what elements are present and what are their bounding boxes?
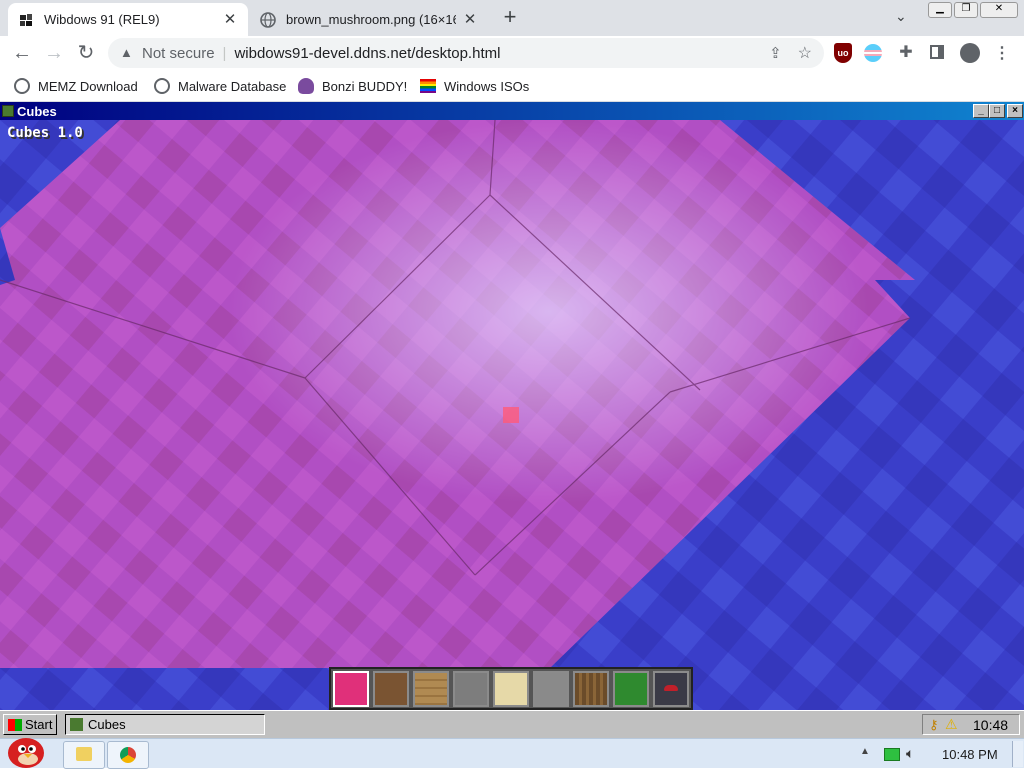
taskbar-clock: 10:48 PM bbox=[942, 747, 998, 762]
tab-strip: Wibdows 91 (REL9) ✕ brown_mushroom.png (… bbox=[0, 0, 1024, 36]
grass-block-icon bbox=[2, 105, 14, 117]
warning-icon[interactable]: ⚠ bbox=[945, 716, 958, 733]
bookmark-windows-isos[interactable]: Windows ISOs bbox=[420, 76, 529, 96]
hotbar-slot-oak-planks[interactable] bbox=[413, 671, 449, 707]
game-title-label: Cubes 1.0 bbox=[7, 125, 83, 141]
wibdows-favicon-icon bbox=[20, 13, 32, 26]
windows-logo-icon bbox=[8, 718, 22, 731]
hotbar-slot-dirt[interactable] bbox=[373, 671, 409, 707]
profile-avatar-icon[interactable] bbox=[960, 43, 980, 63]
close-tab-icon[interactable]: ✕ bbox=[222, 11, 238, 28]
globe-icon bbox=[154, 78, 170, 94]
mushroom-icon bbox=[664, 685, 678, 691]
grass-block-icon bbox=[70, 718, 83, 731]
game-scene-canvas bbox=[0, 120, 1024, 710]
new-tab-button[interactable]: + bbox=[498, 6, 522, 30]
show-hidden-icons-icon[interactable]: ▲ bbox=[860, 746, 870, 757]
tab-search-chevron-icon[interactable]: ⌄ bbox=[895, 8, 915, 28]
tray-clock: 10:48 bbox=[973, 717, 1009, 733]
start-orb-angry-bird-icon[interactable] bbox=[4, 733, 48, 769]
cubes-window-titlebar[interactable]: Cubes _ □ × bbox=[0, 102, 1024, 120]
bonzi-icon bbox=[298, 78, 314, 94]
address-bar[interactable]: ▲ Not secure | wibdows91-devel.ddns.net/… bbox=[108, 38, 824, 68]
back-arrow-icon[interactable]: ← bbox=[10, 41, 34, 65]
retro-taskbar: Start Cubes ⚷ ⚠ 10:48 bbox=[0, 710, 1024, 738]
bookmark-label: Windows ISOs bbox=[444, 78, 530, 94]
minimize-browser-button[interactable]: ▁ bbox=[928, 2, 952, 18]
os-taskbar: ▲ 🔈︎ 10:48 PM bbox=[0, 738, 1024, 769]
hotbar-slot-stone[interactable] bbox=[533, 671, 569, 707]
browser-toolbar: ← → ↻ ▲ Not secure | wibdows91-devel.ddn… bbox=[0, 36, 1024, 70]
close-browser-button[interactable]: ✕ bbox=[980, 2, 1018, 18]
restore-browser-button[interactable]: ❐ bbox=[954, 2, 978, 18]
ublock-extension-icon[interactable]: uo bbox=[834, 43, 852, 63]
maximize-window-button[interactable]: □ bbox=[989, 104, 1005, 118]
battery-icon[interactable] bbox=[884, 748, 900, 761]
tab-title: Wibdows 91 (REL9) bbox=[44, 12, 160, 27]
rainbow-flag-icon bbox=[420, 79, 436, 93]
hotbar-slot-pink-wool[interactable] bbox=[333, 671, 369, 707]
window-title: Cubes bbox=[17, 104, 57, 119]
bookmark-bonzi-buddy[interactable]: Bonzi BUDDY! bbox=[298, 76, 407, 96]
key-icon[interactable]: ⚷ bbox=[929, 717, 939, 733]
share-icon[interactable]: ⇪ bbox=[769, 44, 782, 62]
extension-flag-icon[interactable] bbox=[864, 44, 882, 62]
tab-title: brown_mushroom.png (16×16) bbox=[286, 12, 456, 27]
bookmark-label: Bonzi BUDDY! bbox=[322, 78, 408, 94]
hotbar-slot-gravel[interactable] bbox=[453, 671, 489, 707]
side-panel-icon[interactable] bbox=[930, 45, 944, 59]
bookmark-star-icon[interactable]: ☆ bbox=[798, 43, 812, 63]
menu-kebab-icon[interactable]: ⋮ bbox=[994, 43, 1010, 63]
game-viewport[interactable]: Cubes 1.0 bbox=[0, 120, 1024, 710]
reload-icon[interactable]: ↻ bbox=[74, 41, 98, 65]
globe-icon bbox=[260, 11, 276, 28]
start-button[interactable]: Start bbox=[3, 714, 57, 735]
url-text[interactable]: wibdows91-devel.ddns.net/desktop.html bbox=[234, 45, 500, 62]
chrome-taskbar-button[interactable] bbox=[107, 741, 149, 769]
hotbar-slot-sand[interactable] bbox=[493, 671, 529, 707]
crosshair-cursor bbox=[503, 407, 519, 423]
hotbar-slot-leaves[interactable] bbox=[613, 671, 649, 707]
folder-icon bbox=[76, 747, 92, 761]
security-label[interactable]: Not secure bbox=[142, 45, 215, 62]
task-label: Cubes bbox=[88, 717, 126, 732]
task-button-cubes[interactable]: Cubes bbox=[65, 714, 265, 735]
explorer-taskbar-button[interactable] bbox=[63, 741, 105, 769]
bookmark-label: Malware Database bbox=[178, 78, 287, 94]
separator: | bbox=[222, 44, 227, 62]
bookmark-memz[interactable]: MEMZ Download bbox=[14, 76, 138, 96]
warning-triangle-icon[interactable]: ▲ bbox=[120, 45, 136, 61]
volume-icon[interactable]: 🔈︎ bbox=[906, 745, 914, 762]
globe-icon bbox=[14, 78, 30, 94]
bookmarks-bar: MEMZ Download Malware Database Bonzi BUD… bbox=[0, 70, 1024, 102]
show-desktop-button[interactable] bbox=[1012, 741, 1023, 767]
tab-wibdows[interactable]: Wibdows 91 (REL9) ✕ bbox=[8, 3, 248, 36]
minimize-window-button[interactable]: _ bbox=[973, 104, 989, 118]
hotbar-slot-oak-log[interactable] bbox=[573, 671, 609, 707]
puzzle-extensions-icon[interactable]: ✚ bbox=[896, 42, 916, 62]
hotbar-slot-mushroom[interactable] bbox=[653, 671, 689, 707]
bookmark-malware-database[interactable]: Malware Database bbox=[154, 76, 286, 96]
close-window-button[interactable]: × bbox=[1007, 104, 1023, 118]
close-tab-icon[interactable]: ✕ bbox=[462, 11, 478, 28]
chrome-icon bbox=[120, 747, 136, 763]
system-tray: ⚷ ⚠ 10:48 bbox=[922, 714, 1020, 735]
bookmark-label: MEMZ Download bbox=[38, 78, 138, 94]
tab-brown-mushroom[interactable]: brown_mushroom.png (16×16) ✕ bbox=[250, 3, 488, 36]
forward-arrow-icon[interactable]: → bbox=[42, 41, 66, 65]
start-label: Start bbox=[25, 717, 53, 732]
